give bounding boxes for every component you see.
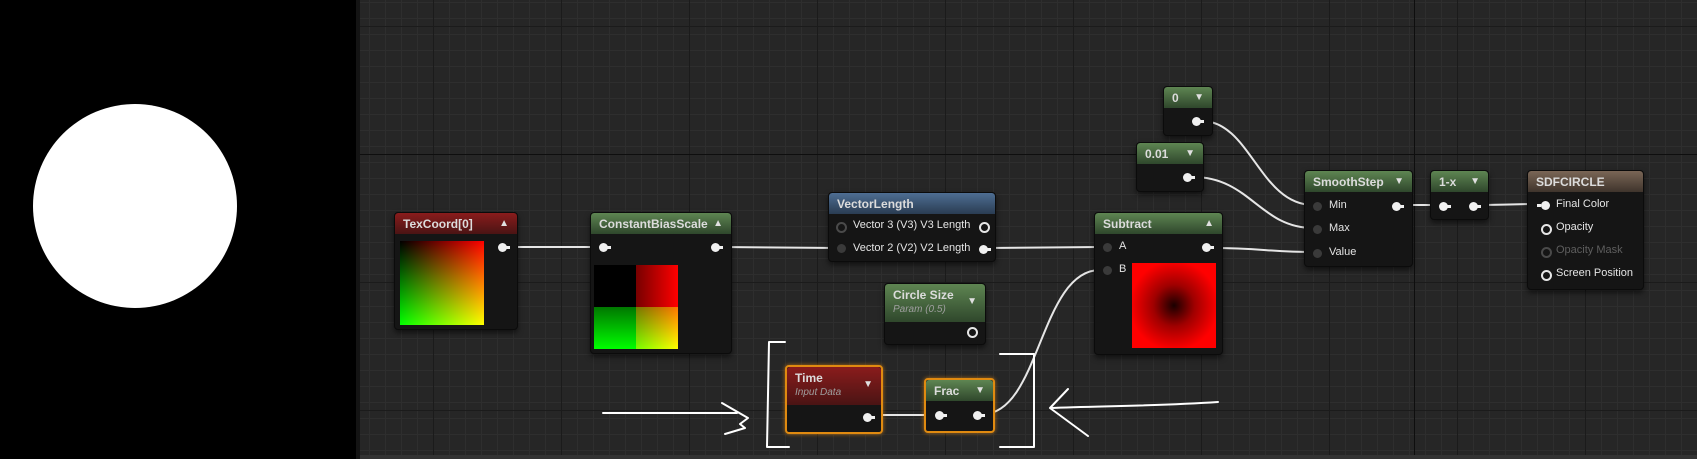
arrow-right-annotation: [602, 402, 749, 435]
bracket-left-annotation: [766, 341, 790, 448]
annotation-drawing: [602, 341, 1219, 448]
bracket-right-annotation: [999, 353, 1035, 448]
arrow-left-annotation: [1049, 388, 1219, 437]
